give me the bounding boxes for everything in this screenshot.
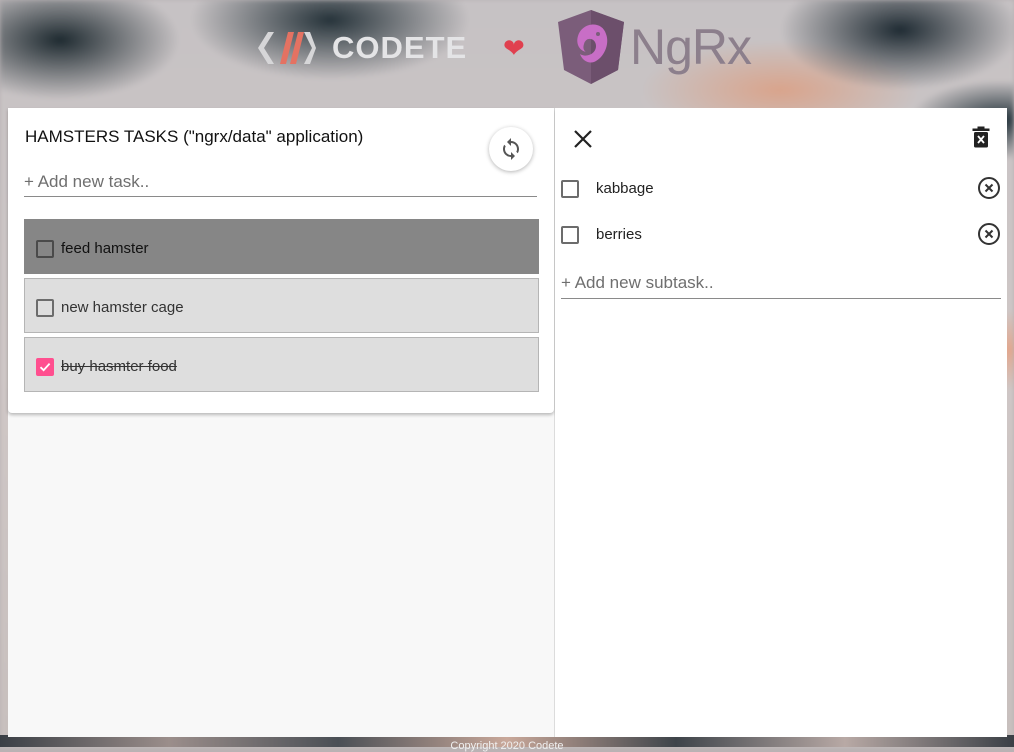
remove-subtask-icon[interactable] [977, 222, 1001, 246]
app-container: HAMSTERS TASKS ("ngrx/data" application)… [8, 108, 1007, 737]
task-checkbox[interactable] [36, 299, 54, 317]
task-item[interactable]: feed hamster [24, 219, 539, 274]
tasks-pane: HAMSTERS TASKS ("ngrx/data" application)… [8, 108, 555, 737]
task-checkbox[interactable] [36, 240, 54, 258]
task-item[interactable]: buy hasmter food [24, 337, 539, 392]
task-item[interactable]: new hamster cage [24, 278, 539, 333]
task-checkbox-checked[interactable] [36, 358, 54, 376]
codete-mark-icon [258, 32, 316, 64]
page-title: HAMSTERS TASKS ("ngrx/data" application) [25, 127, 364, 146]
codete-logo: CODETE [256, 28, 467, 68]
ngrx-wordmark: NgRx [630, 19, 752, 75]
subtask-label: berries [596, 226, 642, 243]
subtask-checkbox[interactable] [561, 180, 579, 198]
footer-copyright: Copyright 2020 Codete [450, 740, 564, 752]
task-label: feed hamster [61, 240, 149, 257]
header: CODETE ❤ NgRx [0, 0, 1014, 108]
codete-wordmark: CODETE [332, 30, 468, 65]
subtask-item: kabbage [561, 177, 1001, 201]
new-subtask-input[interactable] [561, 268, 1001, 299]
close-icon[interactable] [572, 128, 594, 150]
task-label: new hamster cage [61, 299, 184, 316]
new-task-input[interactable] [24, 168, 537, 197]
ngrx-mark-icon [558, 10, 624, 84]
ngrx-logo: NgRx [556, 8, 752, 86]
task-detail-pane: kabbage berries [555, 108, 1007, 737]
heart-icon: ❤ [503, 33, 525, 63]
remove-subtask-icon[interactable] [977, 176, 1001, 200]
subtask-item: berries [561, 223, 1001, 247]
delete-forever-icon[interactable] [972, 126, 990, 148]
task-label: buy hasmter food [61, 358, 177, 375]
tasks-card: HAMSTERS TASKS ("ngrx/data" application)… [8, 108, 554, 413]
task-list: feed hamster new hamster cage buy hasmte… [24, 219, 539, 396]
subtask-checkbox[interactable] [561, 226, 579, 244]
subtask-label: kabbage [596, 180, 654, 197]
check-icon [39, 362, 51, 372]
refresh-icon [503, 138, 519, 160]
refresh-button[interactable] [489, 127, 533, 171]
